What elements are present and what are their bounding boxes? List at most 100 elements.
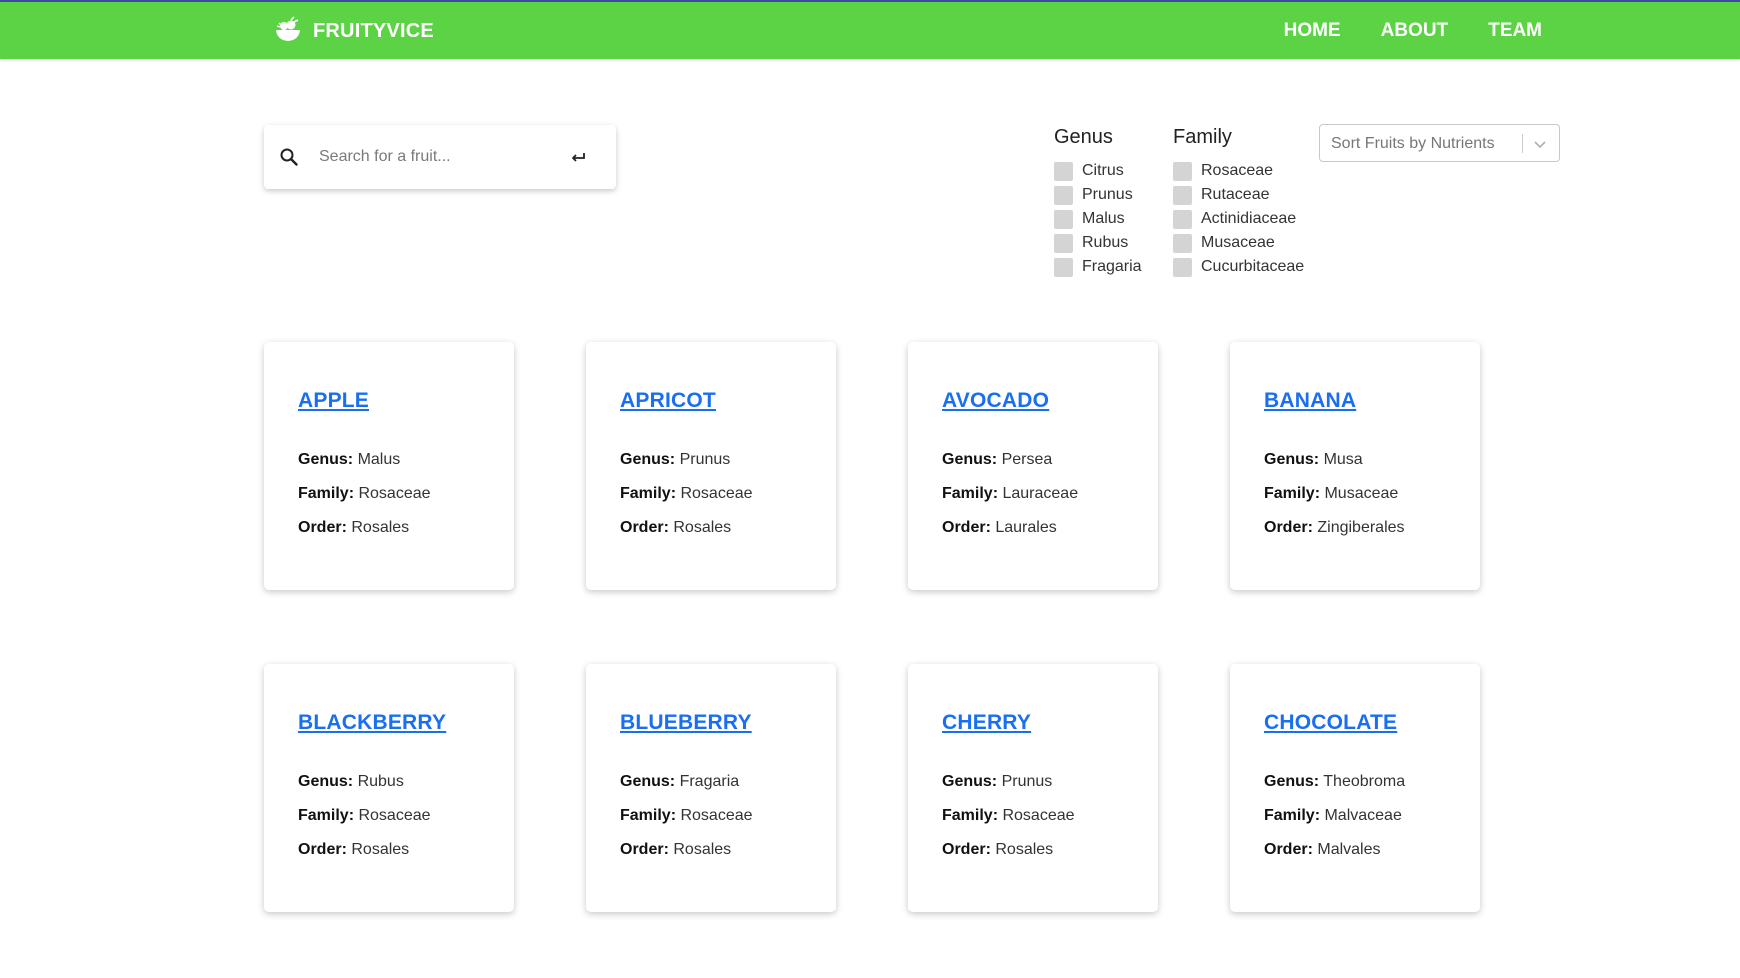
order-value: Rosales (351, 841, 410, 858)
genus-value: Fragaria (679, 773, 740, 790)
fruit-card-title[interactable]: CHERRY (942, 711, 1031, 735)
genus-option-rubus[interactable]: Rubus (1054, 231, 1142, 255)
order-value: Rosales (351, 519, 410, 536)
brand[interactable]: FRUITYVICE (273, 16, 434, 46)
checkbox[interactable] (1054, 257, 1073, 277)
family-option-cucurbitaceae[interactable]: Cucurbitaceae (1173, 255, 1304, 279)
nav-home[interactable]: HOME (1284, 20, 1341, 42)
fruit-order: Order: Rosales (298, 841, 409, 859)
family-label: Family: (620, 807, 677, 824)
fruit-card-title[interactable]: BLACKBERRY (298, 711, 446, 735)
checkbox[interactable] (1054, 161, 1073, 181)
genus-label: Genus: (1264, 451, 1320, 468)
fruit-card-title[interactable]: APPLE (298, 389, 369, 413)
order-label: Order: (298, 519, 347, 536)
nav-team[interactable]: TEAM (1488, 20, 1542, 42)
genus-value: Persea (1001, 451, 1053, 468)
family-label: Family: (942, 485, 999, 502)
family-option-label: Actinidiaceae (1201, 210, 1297, 227)
fruit-card-apple: APPLE Genus: Malus Family: Rosaceae Orde… (264, 342, 514, 590)
genus-option-fragaria[interactable]: Fragaria (1054, 255, 1142, 279)
genus-value: Prunus (679, 451, 731, 468)
family-option-rosaceae[interactable]: Rosaceae (1173, 159, 1304, 183)
fruit-genus: Genus: Prunus (942, 773, 1052, 791)
family-value: Rosaceae (1002, 807, 1075, 824)
genus-label: Genus: (298, 451, 354, 468)
genus-option-prunus[interactable]: Prunus (1054, 183, 1142, 207)
fruit-bowl-icon (276, 16, 300, 41)
sort-nutrients-select[interactable]: Sort Fruits by Nutrients (1319, 124, 1560, 162)
genus-value: Musa (1323, 451, 1363, 468)
fruit-order: Order: Rosales (620, 519, 731, 537)
search-icon (280, 148, 298, 166)
order-value: Malvales (1317, 841, 1381, 858)
fruit-card-title[interactable]: BANANA (1264, 389, 1356, 413)
fruit-order: Order: Rosales (942, 841, 1053, 859)
fruit-family: Family: Rosaceae (298, 485, 431, 503)
fruit-card-cherry: CHERRY Genus: Prunus Family: Rosaceae Or… (908, 664, 1158, 912)
top-navbar: FRUITYVICE HOME ABOUT TEAM (0, 0, 1740, 59)
fruit-family: Family: Musaceae (1264, 485, 1398, 503)
family-label: Family: (620, 485, 677, 502)
genus-option-label: Citrus (1082, 162, 1124, 179)
fruit-genus: Genus: Musa (1264, 451, 1363, 469)
family-label: Family: (1264, 807, 1321, 824)
family-label: Family: (1264, 485, 1321, 502)
brand-name: FRUITYVICE (313, 19, 434, 42)
select-divider (1522, 134, 1523, 153)
enter-icon[interactable] (566, 145, 590, 169)
genus-filter-title: Genus (1054, 126, 1113, 148)
fruit-card-title[interactable]: CHOCOLATE (1264, 711, 1397, 735)
chevron-down-icon[interactable] (1532, 136, 1548, 152)
genus-option-malus[interactable]: Malus (1054, 207, 1142, 231)
checkbox[interactable] (1173, 233, 1192, 253)
fruit-card-title[interactable]: BLUEBERRY (620, 711, 752, 735)
genus-label: Genus: (298, 773, 354, 790)
fruit-genus: Genus: Fragaria (620, 773, 739, 791)
checkbox[interactable] (1054, 185, 1073, 205)
order-value: Laurales (995, 519, 1057, 536)
fruit-family: Family: Rosaceae (620, 485, 753, 503)
checkbox[interactable] (1173, 257, 1192, 277)
genus-label: Genus: (942, 773, 998, 790)
order-label: Order: (620, 841, 669, 858)
fruit-genus: Genus: Prunus (620, 451, 730, 469)
checkbox[interactable] (1054, 233, 1073, 253)
family-value: Rosaceae (358, 485, 431, 502)
order-value: Zingiberales (1317, 519, 1405, 536)
main-nav: HOME ABOUT TEAM (1284, 20, 1542, 42)
fruit-family: Family: Malvaceae (1264, 807, 1402, 825)
fruit-family: Family: Rosaceae (942, 807, 1075, 825)
family-option-musaceae[interactable]: Musaceae (1173, 231, 1304, 255)
family-label: Family: (298, 485, 355, 502)
checkbox[interactable] (1173, 161, 1192, 181)
checkbox[interactable] (1173, 185, 1192, 205)
fruit-card-title[interactable]: APRICOT (620, 389, 716, 413)
fruit-order: Order: Rosales (620, 841, 731, 859)
order-label: Order: (298, 841, 347, 858)
fruit-card-title[interactable]: AVOCADO (942, 389, 1049, 413)
order-value: Rosales (673, 519, 732, 536)
fruit-card-chocolate: CHOCOLATE Genus: Theobroma Family: Malva… (1230, 664, 1480, 912)
checkbox[interactable] (1054, 209, 1073, 229)
checkbox[interactable] (1173, 209, 1192, 229)
family-option-rutaceae[interactable]: Rutaceae (1173, 183, 1304, 207)
family-option-actinidiaceae[interactable]: Actinidiaceae (1173, 207, 1304, 231)
family-option-label: Cucurbitaceae (1201, 258, 1305, 275)
family-option-label: Musaceae (1201, 234, 1275, 251)
family-option-label: Rosaceae (1201, 162, 1274, 179)
order-value: Rosales (673, 841, 732, 858)
family-filter: Family Rosaceae Rutaceae Actinidiaceae M… (1173, 125, 1304, 279)
search-box (264, 125, 616, 189)
family-value: Rosaceae (680, 807, 753, 824)
nav-about[interactable]: ABOUT (1381, 20, 1449, 42)
genus-value: Malus (357, 451, 401, 468)
fruit-genus: Genus: Theobroma (1264, 773, 1405, 791)
fruit-card-blueberry: BLUEBERRY Genus: Fragaria Family: Rosace… (586, 664, 836, 912)
search-input[interactable] (319, 143, 549, 171)
genus-option-citrus[interactable]: Citrus (1054, 159, 1142, 183)
genus-label: Genus: (942, 451, 998, 468)
order-label: Order: (1264, 841, 1313, 858)
genus-value: Prunus (1001, 773, 1053, 790)
genus-option-label: Fragaria (1082, 258, 1142, 275)
